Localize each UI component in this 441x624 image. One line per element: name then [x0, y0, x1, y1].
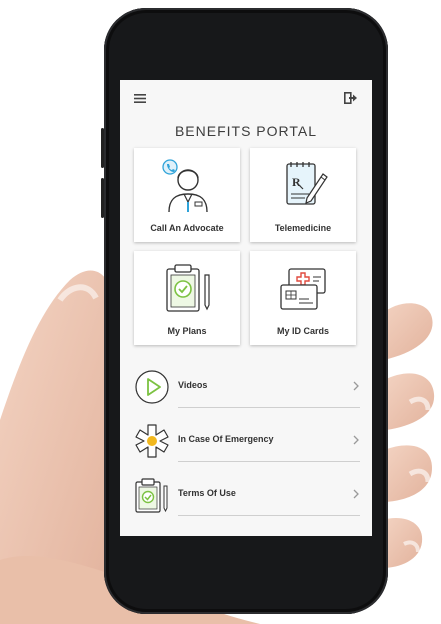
top-bar — [120, 80, 372, 116]
tile-label: My ID Cards — [276, 326, 329, 336]
hamburger-icon[interactable] — [134, 94, 146, 103]
play-circle-icon — [135, 370, 169, 404]
divider — [178, 515, 360, 516]
divider — [178, 407, 360, 408]
clipboard-check-icon — [166, 264, 210, 312]
tile-label: Telemedicine — [274, 223, 332, 233]
tile-my-id-cards[interactable]: My ID Cards — [250, 251, 356, 345]
divider — [178, 461, 360, 462]
prescription-pen-icon: R — [286, 162, 328, 205]
list-item-terms-of-use[interactable]: Terms Of Use — [134, 472, 360, 520]
tile-telemedicine[interactable]: R Telemedicine — [250, 148, 356, 242]
chevron-right-icon — [353, 489, 359, 499]
volume-button — [101, 178, 104, 218]
list-item-in-case-of-emergency[interactable]: In Case Of Emergency — [134, 418, 360, 466]
volume-button — [101, 128, 104, 168]
svg-text:R: R — [292, 175, 301, 189]
list-item-videos[interactable]: Videos — [134, 364, 360, 412]
tile-call-an-advocate[interactable]: Call An Advocate — [134, 148, 240, 242]
tile-my-plans[interactable]: My Plans — [134, 251, 240, 345]
tile-label: Call An Advocate — [150, 223, 224, 233]
list-item-label: Terms Of Use — [178, 488, 236, 498]
list-item-label: In Case Of Emergency — [178, 434, 274, 444]
medical-star-icon — [135, 424, 169, 458]
chevron-right-icon — [353, 435, 359, 445]
clipboard-pen-icon — [135, 478, 168, 513]
list-item-label: Videos — [178, 380, 208, 390]
chevron-right-icon — [353, 381, 359, 391]
logout-icon[interactable] — [344, 92, 358, 104]
app-screen: BENEFITS PORTAL Call An Advocate R Telem… — [120, 80, 372, 536]
page-title: BENEFITS PORTAL — [174, 123, 318, 139]
tile-label: My Plans — [167, 326, 207, 336]
advocate-person-icon — [162, 159, 208, 212]
id-cards-icon — [280, 268, 326, 310]
